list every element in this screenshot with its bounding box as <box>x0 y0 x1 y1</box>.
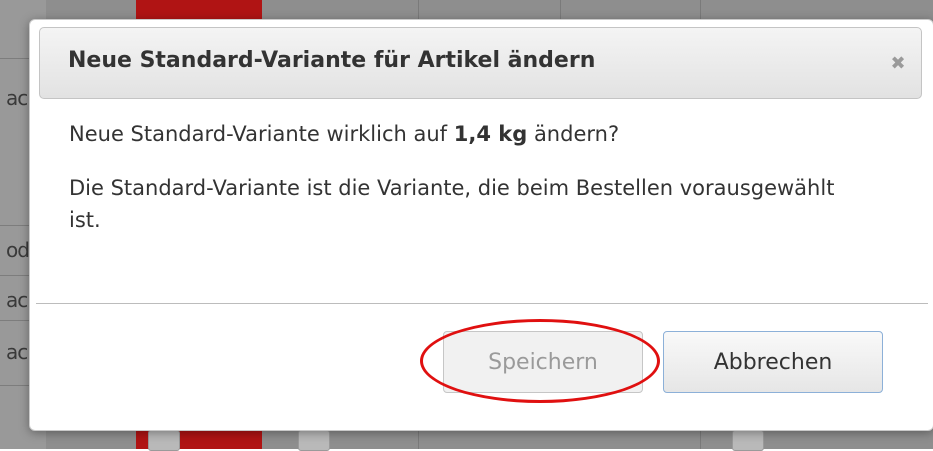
document-icon <box>732 430 764 451</box>
close-icon[interactable]: ✖ <box>885 50 911 76</box>
column-divider <box>418 428 419 449</box>
footer-divider <box>36 303 928 304</box>
save-button[interactable]: Speichern <box>443 331 643 393</box>
dialog-title: Neue Standard-Variante für Artikel änder… <box>68 48 596 73</box>
background-cell-text: ac <box>6 86 28 110</box>
dialog-body: Neue Standard-Variante wirklich auf 1,4 … <box>69 120 889 236</box>
question-prefix: Neue Standard-Variante wirklich auf <box>69 122 454 146</box>
background-cell-text: ac <box>6 288 28 312</box>
column-divider <box>700 428 701 449</box>
info-text: Die Standard-Variante ist die Variante, … <box>69 176 835 232</box>
cancel-button[interactable]: Abbrechen <box>663 331 883 393</box>
document-icon <box>148 430 180 451</box>
background-cell-text: ac <box>6 340 28 364</box>
question-suffix: ändern? <box>527 122 620 146</box>
background-active-tab <box>136 0 262 20</box>
background-cell-text: od <box>6 238 30 262</box>
dialog-header: Neue Standard-Variante für Artikel änder… <box>39 27 922 99</box>
confirm-question: Neue Standard-Variante wirklich auf 1,4 … <box>69 120 889 148</box>
variant-value: 1,4 kg <box>453 122 528 146</box>
confirm-dialog: Neue Standard-Variante für Artikel änder… <box>29 19 933 431</box>
document-icon <box>298 430 330 451</box>
